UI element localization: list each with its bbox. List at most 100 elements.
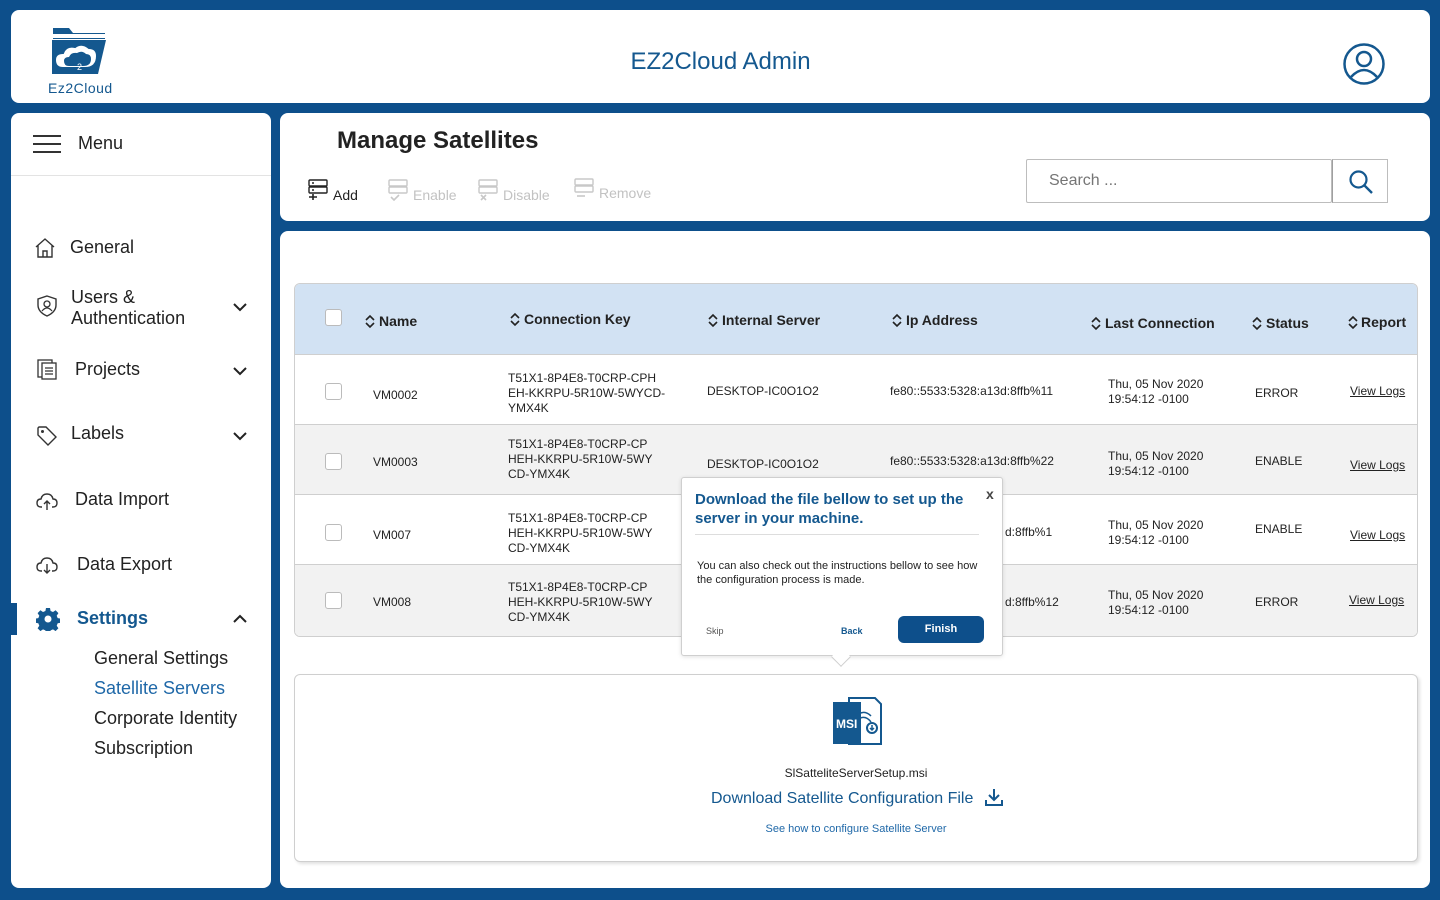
menu-toggle[interactable]: Menu (11, 113, 271, 176)
cell-status: ERROR (1255, 386, 1299, 400)
enable-button[interactable]: Enable (387, 177, 467, 203)
hamburger-icon[interactable] (33, 135, 61, 153)
cell-internal-server: DESKTOP-IC0O1O2 (707, 457, 819, 471)
sort-icon (510, 312, 520, 327)
enable-label: Enable (413, 187, 457, 203)
menu-label: Menu (78, 133, 124, 153)
download-section: MSI SlSatteliteServerSetup.msi Download … (294, 674, 1418, 862)
sort-icon (1348, 315, 1358, 330)
row-checkbox[interactable] (325, 453, 342, 470)
file-name: SlSatteliteServerSetup.msi (784, 766, 928, 780)
view-logs-link[interactable]: View Logs (1350, 458, 1405, 473)
cell-last-connection: Thu, 05 Nov 2020 19:54:12 -0100 (1108, 588, 1204, 617)
disable-label: Disable (503, 187, 550, 203)
popup-body: You can also check out the instructions … (697, 560, 978, 586)
row-checkbox[interactable] (325, 524, 342, 541)
cell-last-connection: Thu, 05 Nov 2020 19:54:12 -0100 (1108, 518, 1204, 547)
cell-connection-key: T51X1-8P4E8-T0CRP-CP HEH-KKRPU-5R10W-5WY… (508, 437, 653, 481)
table-row[interactable]: VM0002 T51X1-8P4E8-T0CRP-CPH EH-KKRPU-5R… (295, 354, 1417, 424)
sort-icon (1252, 316, 1262, 331)
chevron-up-icon[interactable] (232, 614, 248, 624)
sidebar-item-label: Authentication (71, 308, 186, 328)
cloud-upload-icon (36, 493, 58, 510)
cloud-download-icon (36, 557, 58, 574)
cell-ip-address: fe80::5533:5328:a13d:8ffb%22 (890, 454, 1054, 468)
view-logs-link[interactable]: View Logs (1350, 528, 1405, 543)
sidebar-item-general[interactable]: General (11, 233, 271, 263)
cell-last-connection: Thu, 05 Nov 2020 19:54:12 -0100 (1108, 377, 1204, 406)
sidebar-item-users[interactable]: Users & Authentication (11, 285, 271, 335)
cell-connection-key: T51X1-8P4E8-T0CRP-CP HEH-KKRPU-5R10W-5WY… (508, 580, 653, 624)
sidebar-subitem-general-settings[interactable]: General Settings (94, 648, 228, 669)
download-link[interactable]: Download Satellite Configuration File (711, 790, 973, 808)
chevron-down-icon[interactable] (232, 366, 248, 376)
sort-icon (1091, 316, 1101, 331)
popup-divider (695, 534, 979, 535)
finish-button[interactable]: Finish (898, 616, 984, 643)
cell-name: VM0002 (373, 388, 418, 402)
search-input[interactable] (1026, 159, 1332, 203)
sidebar-item-label: Labels (71, 423, 125, 443)
server-add-icon (308, 179, 328, 200)
remove-button[interactable]: Remove (573, 177, 663, 203)
disable-button[interactable]: Disable (477, 177, 557, 203)
chevron-down-icon[interactable] (232, 431, 248, 441)
sidebar-item-label: Settings (77, 608, 149, 628)
sidebar-item-data-import[interactable]: Data Import (11, 485, 271, 515)
sidebar-subitem-subscription[interactable]: Subscription (94, 738, 193, 759)
app-title: EZ2Cloud Admin (630, 48, 811, 75)
cell-name: VM008 (373, 595, 412, 609)
row-checkbox[interactable] (325, 383, 342, 400)
skip-button[interactable]: Skip (706, 626, 724, 636)
cell-ip-address: d:8ffb%1 (1005, 525, 1053, 539)
cell-last-connection: Thu, 05 Nov 2020 19:54:12 -0100 (1108, 449, 1204, 478)
server-enable-icon (388, 179, 408, 201)
cell-connection-key: T51X1-8P4E8-T0CRP-CPH EH-KKRPU-5R10W-5WY… (508, 371, 666, 415)
chevron-down-icon[interactable] (232, 302, 248, 312)
toolbar-panel: Manage Satellites Add Enable Disable Rem… (280, 113, 1430, 221)
gear-icon (36, 608, 60, 631)
top-header: 2 Ez2Cloud EZ2Cloud Admin (11, 10, 1430, 103)
home-icon (35, 238, 55, 258)
page-title: Manage Satellites (337, 127, 539, 154)
sort-icon (892, 313, 902, 328)
add-label: Add (333, 187, 358, 203)
configure-howto-link[interactable]: See how to configure Satellite Server (295, 823, 1417, 835)
select-all-checkbox[interactable] (325, 309, 342, 326)
setup-popup: Download the file bellow to set up the s… (681, 477, 1003, 667)
cell-ip-address: d:8ffb%12 (1005, 595, 1059, 609)
popup-title: Download the file bellow to set up the s… (695, 491, 964, 527)
row-checkbox[interactable] (325, 592, 342, 609)
sidebar-item-settings[interactable]: Settings (11, 603, 271, 635)
cell-status: ERROR (1255, 595, 1299, 609)
msi-file-icon[interactable]: MSI (833, 696, 883, 748)
shield-user-icon (37, 295, 57, 317)
view-logs-link[interactable]: View Logs (1349, 593, 1404, 608)
remove-label: Remove (599, 185, 652, 201)
download-icon[interactable] (984, 787, 1004, 807)
table-header: Name Connection Key Internal Server Ip A… (295, 284, 1417, 354)
search-icon (1349, 170, 1373, 194)
sidebar-item-label: Users & (71, 287, 136, 307)
cell-status: ENABLE (1255, 454, 1303, 468)
back-button[interactable]: Back (841, 626, 863, 636)
sidebar-subitem-satellite-servers[interactable]: Satellite Servers (94, 678, 225, 699)
view-logs-link[interactable]: View Logs (1350, 384, 1405, 399)
search-button[interactable] (1332, 159, 1388, 203)
cell-connection-key: T51X1-8P4E8-T0CRP-CP HEH-KKRPU-5R10W-5WY… (508, 511, 653, 555)
cell-name: VM0003 (373, 455, 418, 469)
add-button[interactable]: Add (307, 177, 367, 203)
user-circle-icon[interactable] (1342, 42, 1386, 86)
sidebar-item-data-export[interactable]: Data Export (11, 550, 271, 580)
cell-ip-address: fe80::5533:5328:a13d:8ffb%11 (890, 384, 1054, 398)
sidebar-item-label: General (70, 237, 135, 257)
close-icon[interactable]: x (986, 486, 994, 502)
sidebar-item-labels[interactable]: Labels (11, 420, 271, 450)
sidebar-subitem-corporate-identity[interactable]: Corporate Identity (94, 708, 237, 729)
cell-internal-server: DESKTOP-IC0O1O2 (707, 384, 819, 398)
sidebar-item-projects[interactable]: Projects (11, 355, 271, 385)
sidebar: Menu General Users & Authentication Proj… (11, 113, 271, 888)
logo-text: Ez2Cloud (48, 80, 113, 96)
cell-name: VM007 (373, 528, 412, 542)
sidebar-item-label: Projects (75, 359, 141, 379)
